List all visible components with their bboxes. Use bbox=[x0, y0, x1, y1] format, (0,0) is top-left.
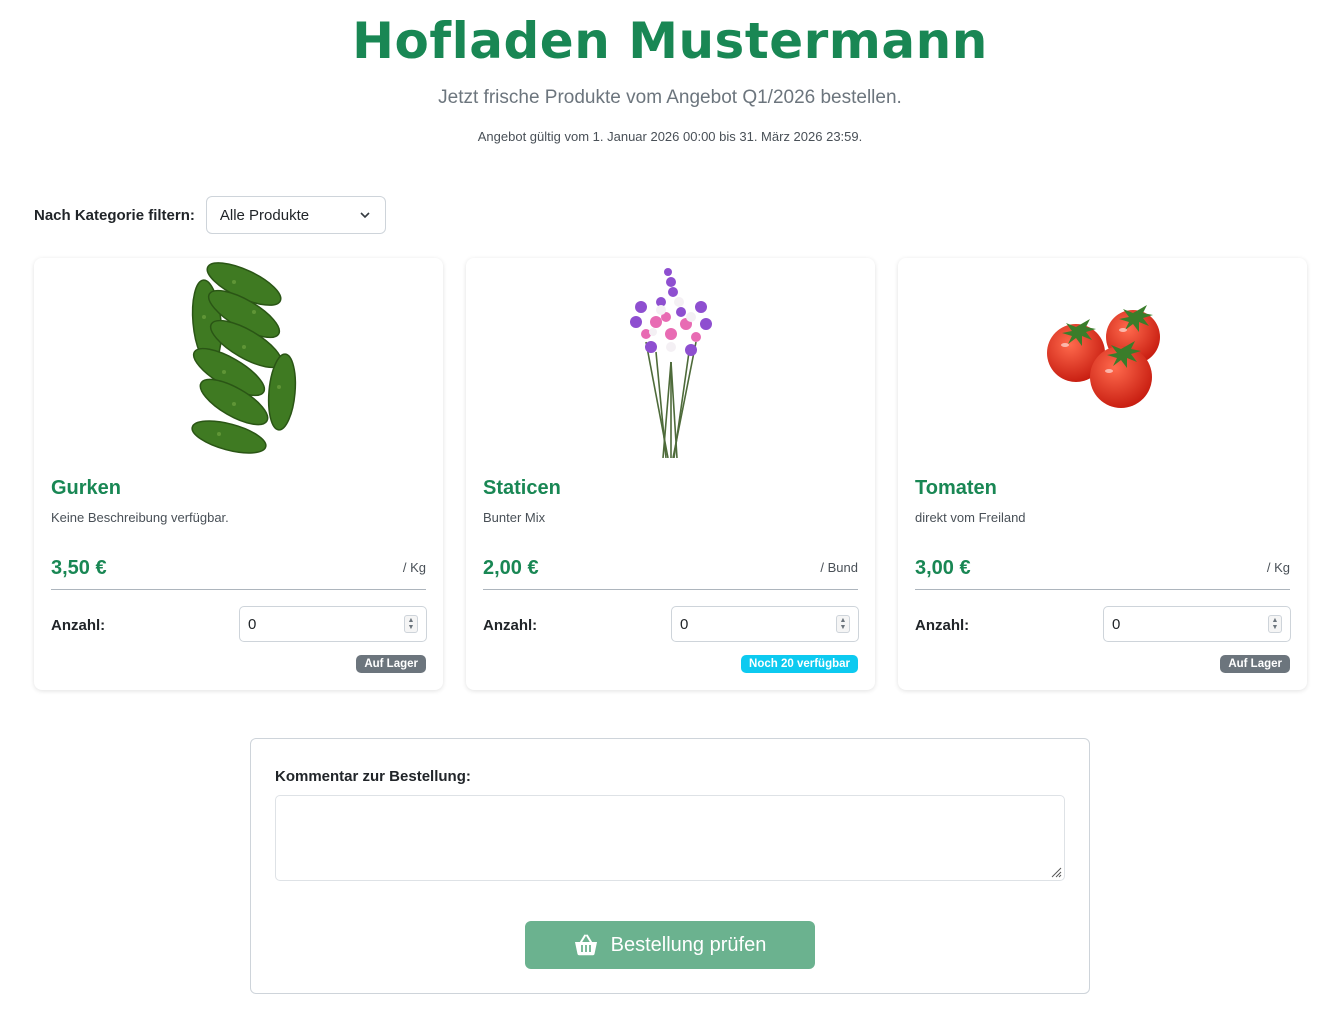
stock-badge: Noch 20 verfügbar bbox=[741, 655, 858, 673]
product-card-tomaten: Tomaten direkt vom Freiland 3,00 € / Kg … bbox=[898, 258, 1307, 690]
product-card-staticen: Staticen Bunter Mix 2,00 € / Bund Anzahl… bbox=[466, 258, 875, 690]
divider bbox=[915, 589, 1290, 590]
product-price: 3,00 € bbox=[915, 557, 971, 579]
comment-label: Kommentar zur Bestellung: bbox=[275, 768, 471, 785]
basket-icon bbox=[574, 934, 597, 956]
order-panel: Kommentar zur Bestellung: Bestellung prü… bbox=[250, 738, 1090, 994]
product-unit: / Bund bbox=[820, 560, 858, 575]
spinner-arrows-icon[interactable]: ▲ ▼ bbox=[1268, 615, 1282, 633]
divider bbox=[51, 589, 426, 590]
product-description: Bunter Mix bbox=[483, 510, 546, 525]
stock-badge: Auf Lager bbox=[1220, 655, 1290, 673]
quantity-stepper[interactable]: 0 ▲ ▼ bbox=[671, 606, 859, 642]
product-image-tomatoes bbox=[898, 260, 1307, 460]
product-card-gurken: Gurken Keine Beschreibung verfügbar. 3,5… bbox=[34, 258, 443, 690]
product-image-flowers bbox=[466, 260, 875, 460]
quantity-stepper[interactable]: 0 ▲ ▼ bbox=[1103, 606, 1291, 642]
product-price: 2,00 € bbox=[483, 557, 539, 579]
category-select-value: Alle Produkte bbox=[219, 206, 310, 224]
quantity-label: Anzahl: bbox=[483, 617, 538, 634]
product-description: direkt vom Freiland bbox=[915, 510, 1026, 525]
quantity-label: Anzahl: bbox=[915, 617, 970, 634]
category-select[interactable]: Alle Produkte bbox=[205, 196, 386, 234]
product-unit: / Kg bbox=[402, 560, 426, 575]
quantity-label: Anzahl: bbox=[51, 617, 106, 634]
page-title: Hofladen Mustermann bbox=[352, 12, 988, 70]
product-name: Tomaten bbox=[915, 477, 997, 499]
product-name: Gurken bbox=[51, 477, 122, 499]
quantity-value: 0 bbox=[248, 615, 257, 633]
product-price: 3,50 € bbox=[51, 557, 107, 579]
stock-badge: Auf Lager bbox=[356, 655, 426, 673]
divider bbox=[483, 589, 858, 590]
review-order-button[interactable]: Bestellung prüfen bbox=[525, 921, 815, 969]
page-subtitle: Jetzt frische Produkte vom Angebot Q1/20… bbox=[438, 87, 902, 108]
comment-textarea[interactable] bbox=[275, 795, 1065, 881]
spinner-arrows-icon[interactable]: ▲ ▼ bbox=[404, 615, 418, 633]
resize-grip-icon[interactable] bbox=[1050, 866, 1062, 878]
offer-validity: Angebot gültig vom 1. Januar 2026 00:00 … bbox=[477, 129, 863, 144]
product-unit: / Kg bbox=[1266, 560, 1290, 575]
chevron-down-icon bbox=[360, 212, 370, 219]
product-image-cucumbers bbox=[34, 260, 443, 460]
product-description: Keine Beschreibung verfügbar. bbox=[51, 510, 229, 525]
quantity-value: 0 bbox=[1112, 615, 1121, 633]
review-order-label: Bestellung prüfen bbox=[610, 933, 767, 956]
quantity-value: 0 bbox=[680, 615, 689, 633]
product-name: Staticen bbox=[483, 477, 561, 499]
filter-label: Nach Kategorie filtern: bbox=[34, 206, 195, 224]
spinner-arrows-icon[interactable]: ▲ ▼ bbox=[836, 615, 850, 633]
quantity-stepper[interactable]: 0 ▲ ▼ bbox=[239, 606, 427, 642]
category-filter: Nach Kategorie filtern: Alle Produkte bbox=[34, 196, 386, 234]
